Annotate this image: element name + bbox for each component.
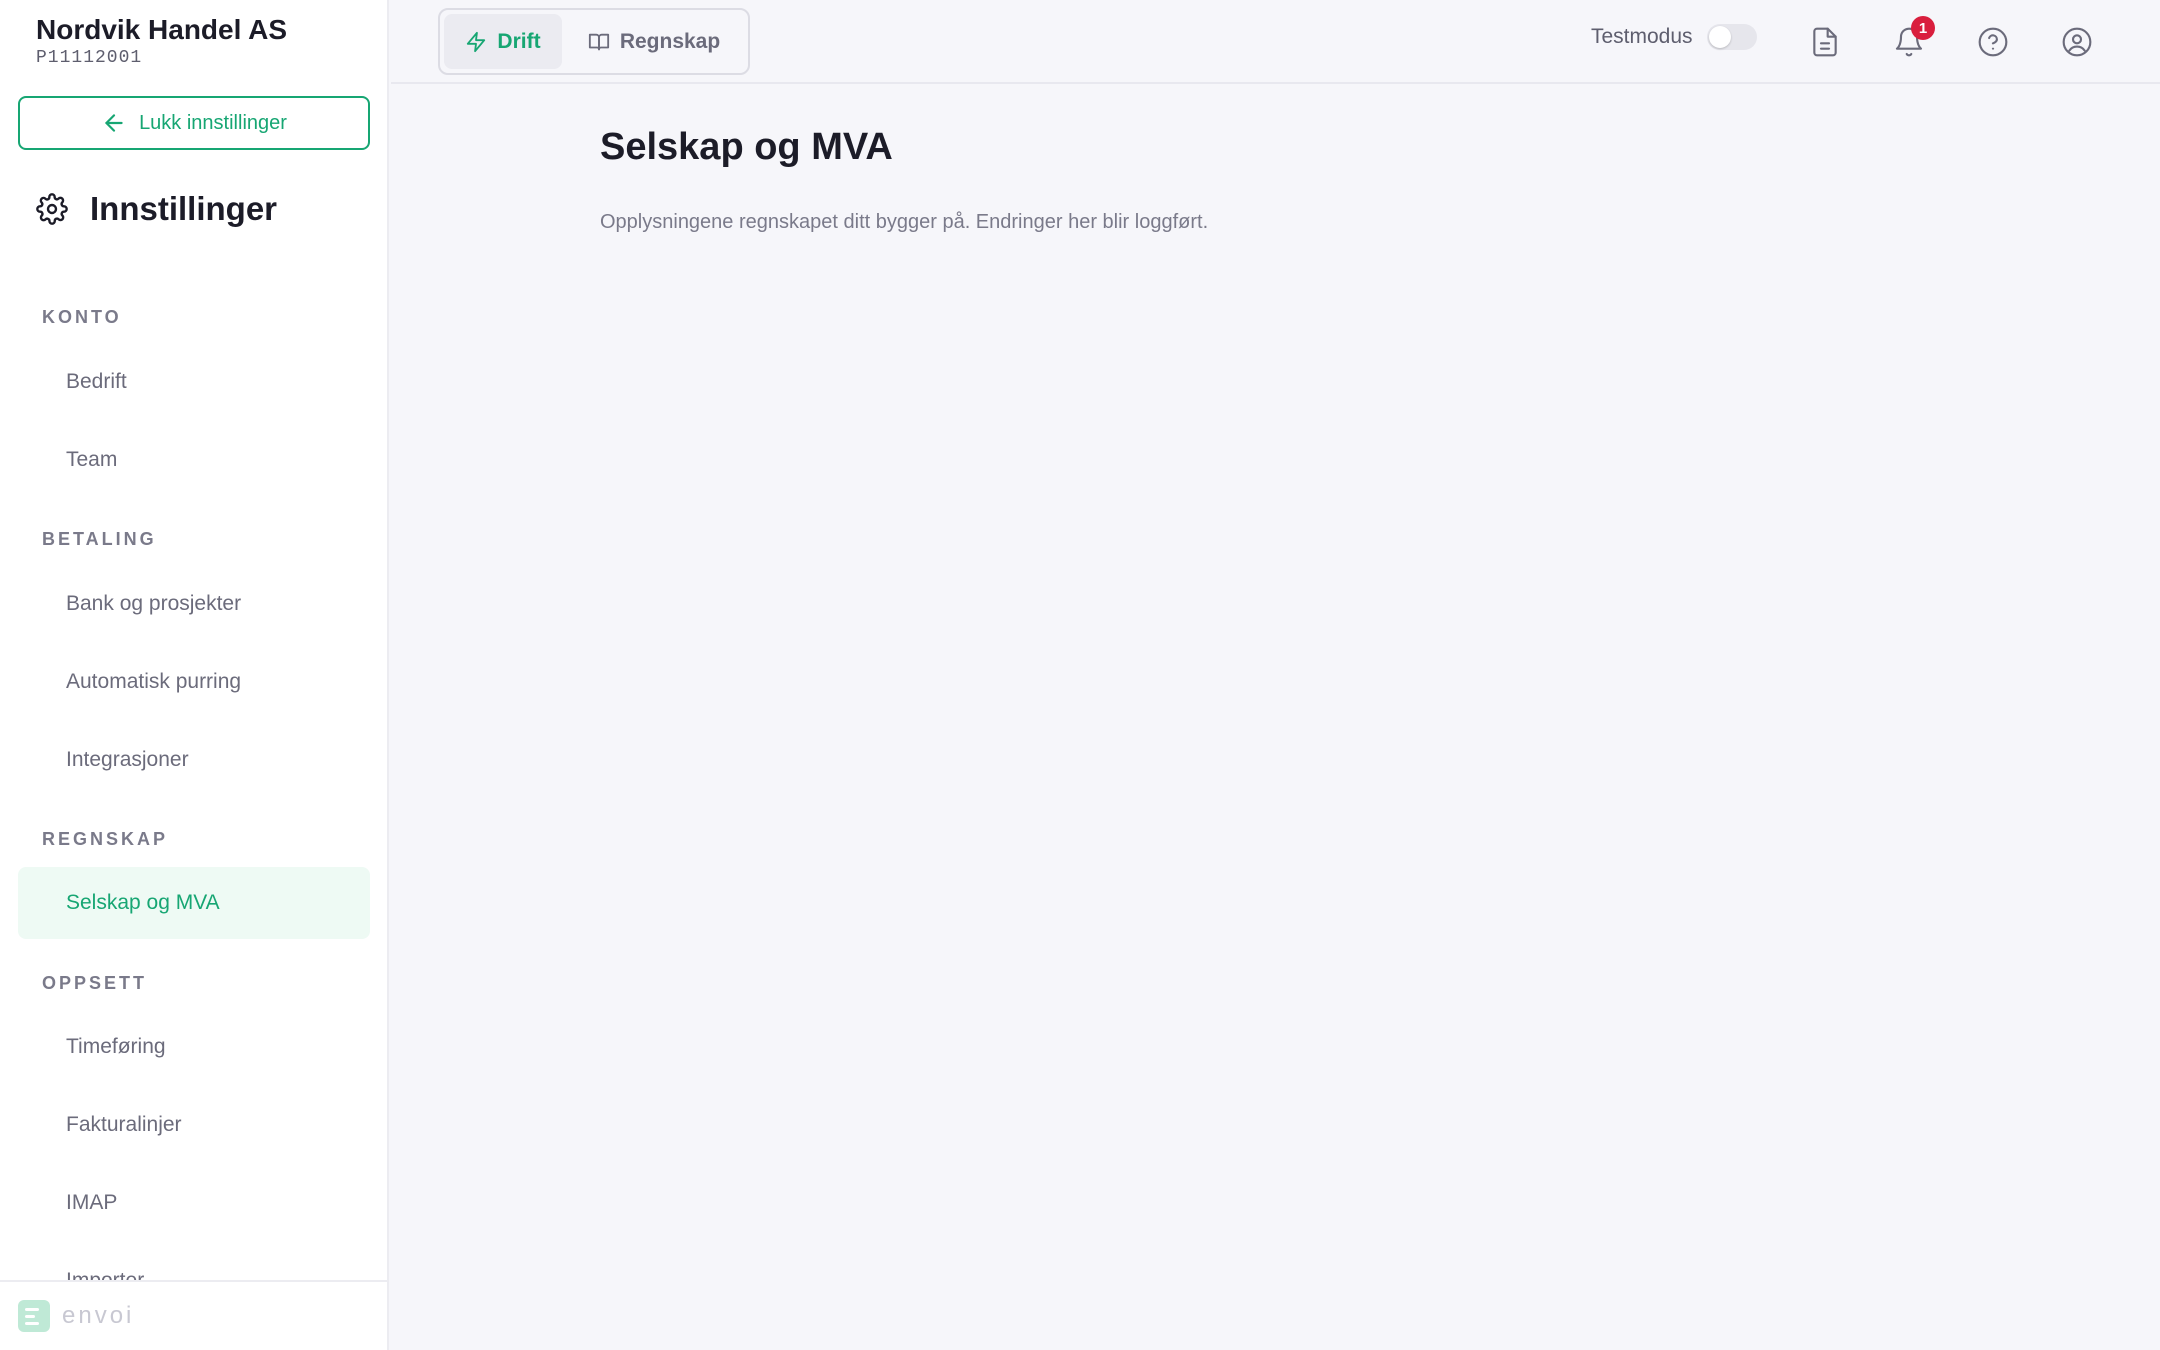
page-subtitle: Opplysningene regnskapet ditt bygger på.… [600, 211, 1209, 233]
arrow-left-icon [105, 114, 123, 132]
sidebar-item-bedrift[interactable]: Bedrift [18, 346, 370, 418]
tab-regnskap[interactable]: Regnskap [566, 14, 742, 69]
tab-drift[interactable]: Drift [444, 14, 562, 69]
close-settings-label: Lukk innstillinger [139, 111, 287, 134]
sidebar-item-team[interactable]: Team [18, 424, 370, 496]
document-icon [1813, 27, 1837, 57]
gear-icon [36, 193, 68, 225]
settings-title: Innstillinger [90, 190, 278, 227]
mode-tabs: Drift Regnskap [438, 8, 750, 75]
user-icon [2062, 27, 2092, 57]
testmodus-label: Testmodus [1591, 25, 1693, 48]
settings-sidebar: Nordvik Handel AS P11112001 Lukk innstil… [0, 0, 389, 1350]
envoi-logo-icon [18, 1300, 50, 1332]
section-label-regnskap: REGNSKAP [42, 829, 169, 849]
company-name: Nordvik Handel AS [36, 14, 288, 45]
section-label-betaling: BETALING [42, 529, 157, 549]
envoi-logo-text: envoi [62, 1302, 135, 1329]
help-button[interactable] [1973, 22, 2013, 62]
top-bar: Drift Regnskap Testmodus 1 [391, 0, 2160, 84]
notification-badge: 1 [1911, 16, 1935, 40]
sidebar-item-imap[interactable]: IMAP [18, 1167, 370, 1239]
section-label-oppsett: OPPSETT [42, 973, 148, 993]
sidebar-item-selskap-og-mva[interactable]: Selskap og MVA [18, 867, 370, 939]
sidebar-item-fakturalinjer[interactable]: Fakturalinjer [18, 1089, 370, 1161]
tab-regnskap-label: Regnskap [619, 29, 721, 53]
sidebar-footer: envoi [0, 1280, 387, 1350]
testmodus-control: Testmodus [1591, 24, 1757, 50]
help-icon [1978, 27, 2008, 57]
bolt-icon [467, 31, 486, 52]
user-menu-button[interactable] [2057, 22, 2097, 62]
sidebar-item-bank-og-prosjekter[interactable]: Bank og prosjekter [18, 568, 370, 640]
page-title: Selskap og MVA [600, 126, 893, 168]
book-icon [588, 33, 609, 50]
toggle-knob [1708, 26, 1731, 48]
settings-header: Innstillinger [36, 190, 277, 228]
sidebar-item-automatisk-purring[interactable]: Automatisk purring [18, 646, 370, 718]
tab-drift-label: Drift [497, 29, 541, 53]
notifications-button[interactable]: 1 [1889, 16, 1935, 62]
company-id: P11112001 [36, 48, 143, 68]
sidebar-item-integrasjoner[interactable]: Integrasjoner [18, 724, 370, 796]
close-settings-button[interactable]: Lukk innstillinger [18, 96, 370, 150]
section-label-konto: KONTO [42, 307, 122, 327]
documents-button[interactable] [1805, 22, 1845, 62]
testmodus-toggle[interactable] [1706, 24, 1757, 50]
sidebar-item-timeforing[interactable]: Timeføring [18, 1011, 370, 1083]
